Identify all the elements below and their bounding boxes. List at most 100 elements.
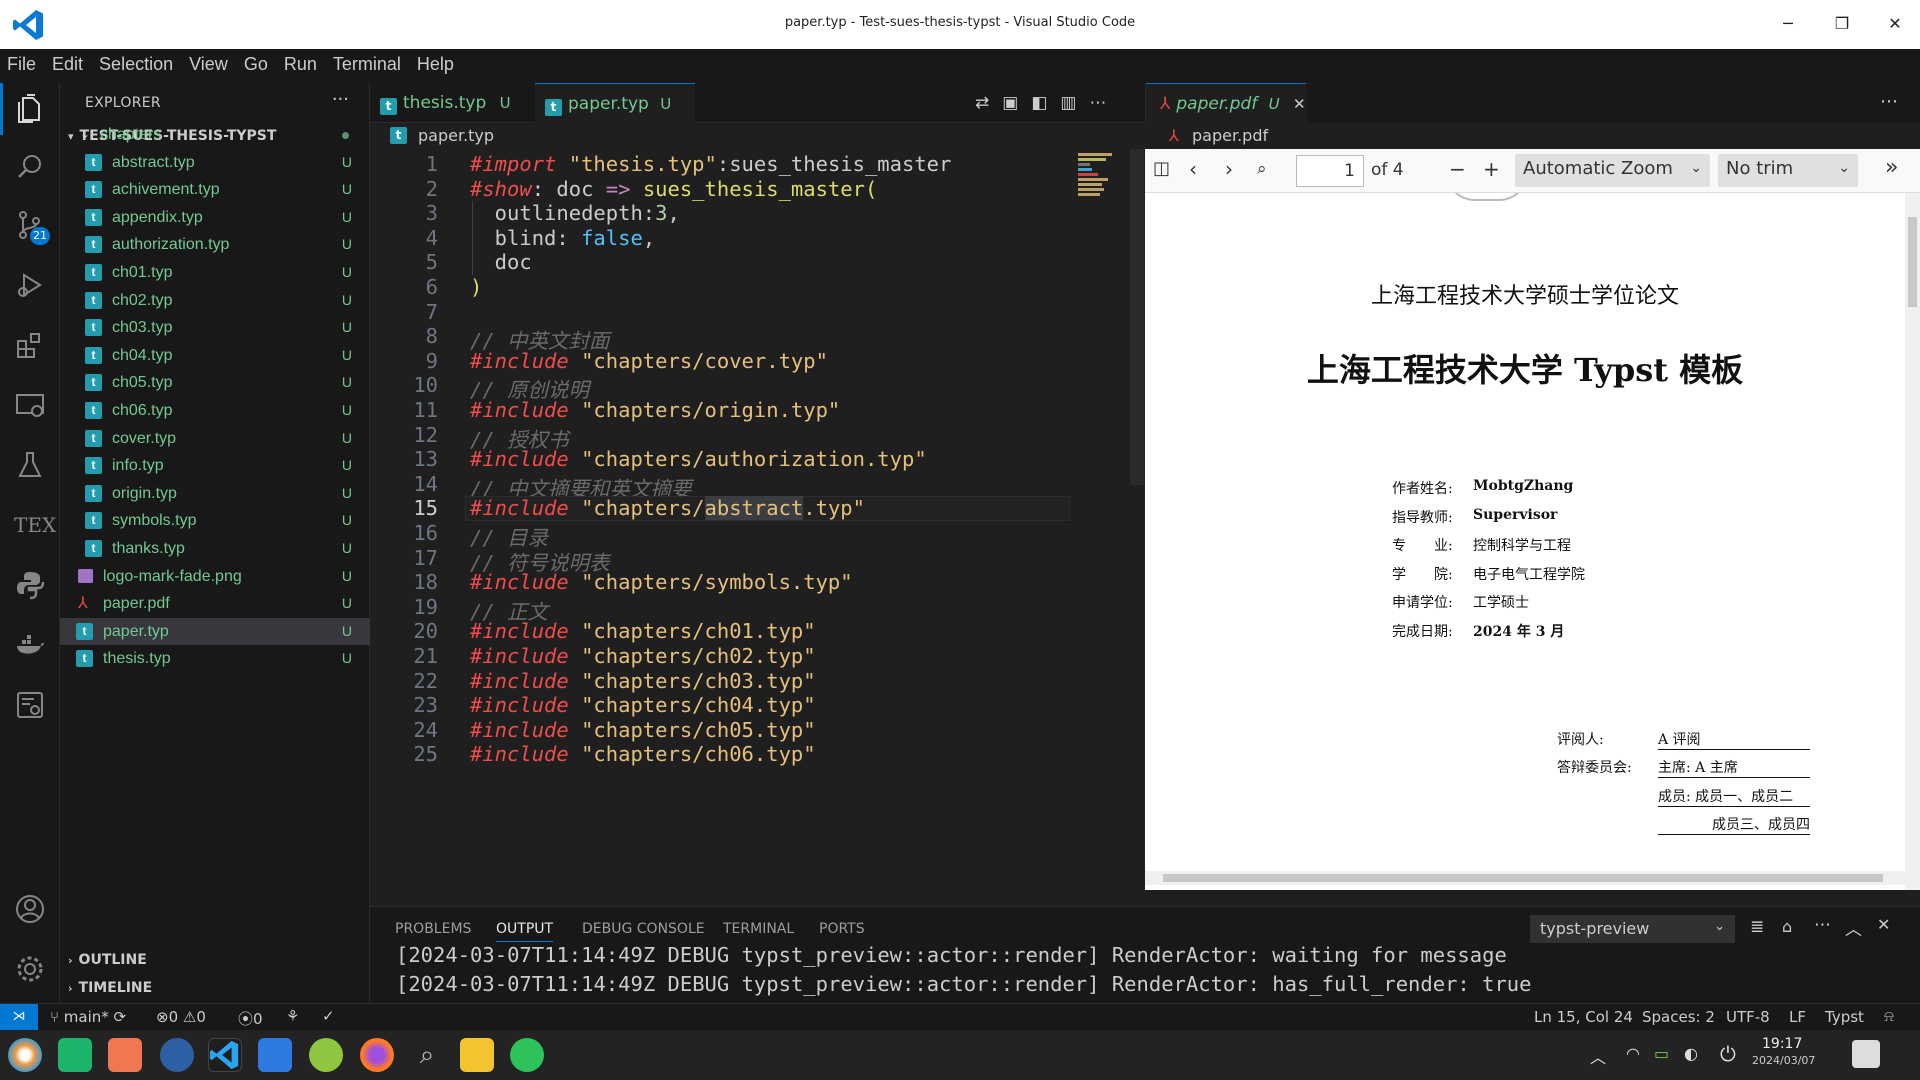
tab-debug-console[interactable]: DEBUG CONSOLE	[582, 921, 705, 937]
page-number-input[interactable]: 1	[1296, 155, 1364, 187]
menu-terminal[interactable]: Terminal	[326, 49, 410, 75]
file-item[interactable]: t ch02.typ U	[60, 287, 370, 314]
breadcrumb-file[interactable]: paper.pdf	[1192, 126, 1268, 145]
explorer-icon[interactable]	[14, 93, 46, 125]
problems-indicator[interactable]: ⊗0 ⚠0	[156, 1008, 206, 1026]
menu-run[interactable]: Run	[277, 49, 326, 75]
extensions-icon[interactable]	[14, 329, 46, 361]
open-changes-icon[interactable]: ⇄	[975, 93, 1002, 113]
file-item[interactable]: t ch04.typ U	[60, 342, 370, 369]
tab-close-icon[interactable]: ✕	[1293, 95, 1306, 113]
minimap[interactable]	[1078, 153, 1118, 213]
cursor-position[interactable]: Ln 15, Col 24	[1534, 1008, 1633, 1026]
lock-icon[interactable]: ⌂	[1782, 917, 1792, 936]
menu-go[interactable]: Go	[237, 49, 277, 75]
remote-config-icon[interactable]	[14, 689, 46, 721]
wifi-icon[interactable]: ◠	[1626, 1044, 1640, 1063]
recycle-bin-icon[interactable]	[1852, 1040, 1880, 1068]
explorer-more-button[interactable]: ···	[332, 89, 349, 110]
file-item[interactable]: t cover.typ U	[60, 425, 370, 452]
file-item[interactable]: ⅄ paper.pdf U	[60, 590, 370, 617]
notes-app-icon[interactable]	[460, 1038, 494, 1072]
testing-icon[interactable]	[14, 449, 46, 481]
ports-indicator[interactable]: ⦿0	[238, 1008, 263, 1029]
vscode-app-icon[interactable]	[208, 1038, 242, 1072]
search-app-icon[interactable]: ⌕	[410, 1038, 444, 1072]
tab-thesis-typ[interactable]: t thesis.typ U	[370, 83, 533, 123]
more-actions-icon[interactable]: ⋯	[1814, 915, 1831, 935]
more-actions-icon[interactable]: ⋯	[1880, 91, 1898, 112]
search-icon[interactable]	[14, 151, 46, 183]
file-item[interactable]: t ch01.typ U	[60, 259, 370, 286]
tab-paper-typ[interactable]: tpaper.typ U ✕	[535, 83, 695, 153]
accounts-icon[interactable]	[14, 893, 46, 925]
menu-selection[interactable]: Selection	[92, 49, 182, 75]
remote-explorer-icon[interactable]	[14, 389, 46, 421]
indentation[interactable]: Spaces: 2	[1642, 1008, 1715, 1026]
tab-output[interactable]: OUTPUT	[496, 921, 554, 942]
file-item[interactable]: t appendix.typ U	[60, 204, 370, 231]
menu-help[interactable]: Help	[410, 49, 463, 75]
tab-terminal[interactable]: TERMINAL	[723, 921, 794, 937]
zoom-out-icon[interactable]: −	[1449, 157, 1466, 181]
find-icon[interactable]: ⌕	[1257, 159, 1267, 179]
run-debug-icon[interactable]	[14, 269, 46, 301]
minimize-button[interactable]: ─	[1776, 12, 1800, 36]
file-item[interactable]: t paper.typ U	[60, 617, 370, 645]
menu-file[interactable]: File	[0, 49, 45, 75]
file-item[interactable]: t thesis.typ U	[60, 645, 370, 672]
tab-problems[interactable]: PROBLEMS	[395, 921, 471, 937]
file-item[interactable]: t ch06.typ U	[60, 397, 370, 424]
git-graph-icon[interactable]: ⚘	[286, 1007, 299, 1025]
language-mode[interactable]: Typst	[1825, 1008, 1864, 1026]
next-page-icon[interactable]: ›	[1225, 157, 1233, 181]
launcher-icon[interactable]	[8, 1038, 42, 1072]
output-channel-select[interactable]: typst-preview ⌄	[1530, 915, 1735, 943]
encoding[interactable]: UTF-8	[1726, 1008, 1770, 1026]
more-actions-icon[interactable]: ⋯	[1089, 93, 1119, 113]
file-item[interactable]: t ch05.typ U	[60, 369, 370, 396]
clock-date[interactable]: 2024/03/07	[1752, 1054, 1815, 1067]
file-item[interactable]: t symbols.typ U	[60, 507, 370, 534]
python-icon[interactable]	[14, 569, 46, 601]
tab-ports[interactable]: PORTS	[819, 921, 865, 937]
menu-view[interactable]: View	[182, 49, 237, 75]
file-manager-icon[interactable]	[258, 1038, 292, 1072]
wps-icon[interactable]	[309, 1038, 343, 1072]
close-panel-icon[interactable]: ✕	[1877, 915, 1890, 934]
file-item[interactable]: t info.typ U	[60, 452, 370, 479]
outline-section[interactable]: › OUTLINE	[68, 952, 147, 968]
split-preview-icon[interactable]: ◧	[1031, 93, 1060, 113]
remote-indicator-icon[interactable]: ⋊	[0, 1004, 38, 1030]
file-item[interactable]: t authorization.typ U	[60, 231, 370, 258]
editor-scrollbar[interactable]	[1130, 149, 1144, 485]
check-icon[interactable]: ✓	[322, 1007, 335, 1025]
branch-indicator[interactable]: ⑂ main* ⟳	[50, 1008, 126, 1026]
breadcrumb-file[interactable]: paper.typ	[418, 126, 494, 145]
source-control-icon[interactable]: 21	[14, 209, 50, 245]
code-editor[interactable]: 1 #import "thesis.typ":sues_thesis_master…	[370, 149, 1145, 906]
power-icon[interactable]: ⏻	[1720, 1042, 1736, 1066]
file-item[interactable]: t origin.typ U	[60, 480, 370, 507]
terminal-app-icon[interactable]	[58, 1038, 92, 1072]
app-store-icon[interactable]	[108, 1038, 142, 1072]
battery-icon[interactable]: ▭	[1654, 1044, 1669, 1063]
previous-page-icon[interactable]: ‹	[1189, 157, 1197, 181]
preview-icon[interactable]: ▣	[1002, 93, 1031, 113]
tex-icon[interactable]: TEX	[14, 509, 56, 541]
file-item[interactable]: t thanks.typ U	[60, 535, 370, 562]
line-ending[interactable]: LF	[1789, 1008, 1806, 1026]
tab-paper-pdf[interactable]: ⅄ paper.pdf U ✕	[1146, 83, 1306, 123]
trim-select[interactable]: No trim ⌄	[1718, 154, 1858, 187]
close-window-button[interactable]: ✕	[1883, 12, 1907, 36]
file-item[interactable]: t abstract.typ U	[60, 149, 370, 176]
toggle-icon[interactable]: ◐	[1684, 1044, 1698, 1063]
tools-expand-icon[interactable]: »	[1885, 155, 1898, 180]
pdf-v-scrollbar[interactable]	[1905, 193, 1920, 890]
pdf-h-scrollbar[interactable]	[1145, 871, 1905, 885]
file-item[interactable]: t ch03.typ U	[60, 314, 370, 341]
settings-app-icon[interactable]	[160, 1038, 194, 1072]
zoom-in-icon[interactable]: +	[1483, 157, 1500, 181]
sidebar-toggle-icon[interactable]: ◫	[1153, 158, 1170, 179]
firefox-icon[interactable]	[360, 1038, 394, 1072]
